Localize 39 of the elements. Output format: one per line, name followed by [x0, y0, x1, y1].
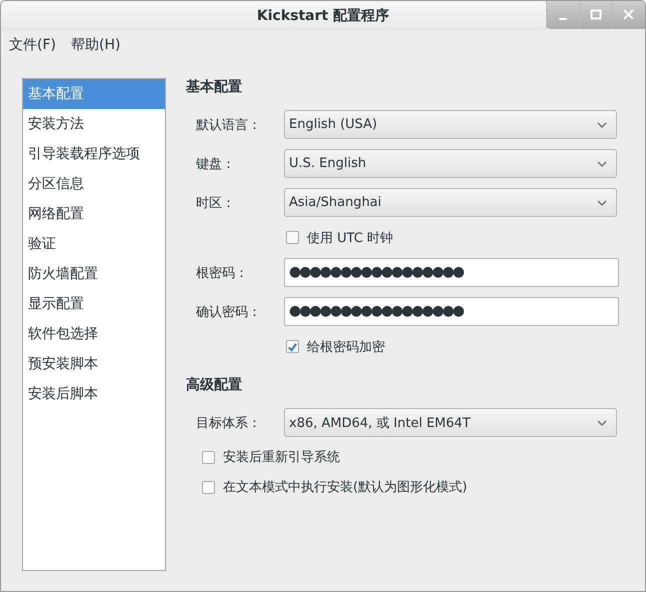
sidebar-item[interactable]: 验证	[23, 229, 165, 259]
checkbox-label: 使用 UTC 时钟	[307, 230, 394, 246]
sidebar-item[interactable]: 安装方法	[23, 109, 165, 139]
checkbox-label: 安装后重新引导系统	[223, 449, 340, 466]
field-label: 默认语言：	[195, 116, 262, 134]
checkbox[interactable]	[286, 231, 299, 244]
sidebar-item[interactable]: 网络配置	[23, 199, 165, 229]
chevron-down-icon	[597, 420, 607, 426]
dropdown[interactable]: U.S. English	[284, 149, 617, 178]
sidebar-item[interactable]: 软件包选择	[23, 319, 165, 349]
checkbox-label: 给根密码加密	[307, 338, 385, 356]
menu-item[interactable]: 帮助(H)	[70, 36, 120, 61]
chevron-down-icon	[597, 200, 607, 206]
checkbox[interactable]	[286, 340, 299, 353]
sidebar-item[interactable]: 预安装脚本	[23, 349, 165, 379]
sidebar-item[interactable]: 安装后脚本	[23, 379, 165, 409]
field-label: 键盘：	[195, 156, 236, 172]
field-label: 时区：	[195, 194, 236, 212]
field-label: 确认密码：	[195, 304, 262, 320]
checkbox-label: 在文本模式中执行安装(默认为图形化模式)	[223, 479, 468, 496]
sidebar-item[interactable]: 显示配置	[23, 289, 165, 319]
dropdown[interactable]: Asia/Shanghai	[284, 188, 617, 217]
section-heading: 基本配置	[186, 78, 243, 97]
sidebar-item[interactable]: 防火墙配置	[23, 259, 165, 289]
section-heading: 高级配置	[186, 376, 243, 395]
dropdown[interactable]: x86, AMD64, 或 Intel EM64T	[284, 408, 617, 437]
sidebar-item[interactable]: 分区信息	[23, 169, 165, 199]
field-label: 根密码：	[195, 264, 249, 282]
checkbox[interactable]	[202, 450, 215, 464]
password-field[interactable]: ●●●●●●●●●●●●●●●●●	[284, 258, 619, 287]
field-label: 目标体系：	[195, 414, 262, 432]
dropdown[interactable]: English (USA)	[284, 110, 617, 139]
password-field[interactable]: ●●●●●●●●●●●●●●●●●	[284, 297, 619, 326]
chevron-down-icon	[597, 160, 607, 166]
window-title: Kickstart 配置程序	[256, 7, 390, 25]
checkbox[interactable]	[202, 480, 215, 494]
menu-item[interactable]: 文件(F)	[9, 36, 56, 61]
sidebar-item[interactable]: 引导装载程序选项	[23, 139, 165, 169]
chevron-down-icon	[597, 122, 607, 128]
